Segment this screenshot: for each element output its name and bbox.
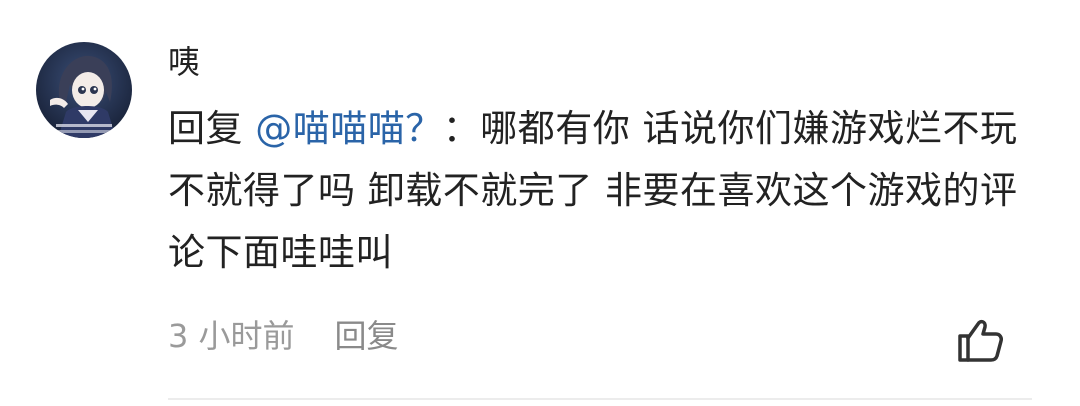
comment-item: 咦 回复 @喵喵喵？：哪都有你 话说你们嫌游戏烂不玩不就得了吗 卸载不就完了 非… — [0, 0, 1080, 406]
comment-content: 回复 @喵喵喵？：哪都有你 话说你们嫌游戏烂不玩不就得了吗 卸载不就完了 非要在… — [168, 98, 1048, 284]
reply-prefix: 回复 — [168, 107, 256, 150]
username[interactable]: 咦 — [168, 42, 200, 82]
divider — [168, 398, 1032, 400]
avatar[interactable] — [36, 42, 132, 138]
mention-link[interactable]: @喵喵喵？ — [255, 107, 443, 150]
anime-girl-avatar-icon — [36, 42, 132, 138]
like-button[interactable] — [952, 312, 1008, 368]
reply-button[interactable]: 回复 — [335, 314, 399, 358]
comment-meta: 3 小时前 回复 — [168, 314, 399, 358]
thumbs-up-icon — [958, 319, 1003, 362]
timestamp: 3 小时前 — [168, 317, 295, 355]
separator: ： — [442, 107, 481, 150]
